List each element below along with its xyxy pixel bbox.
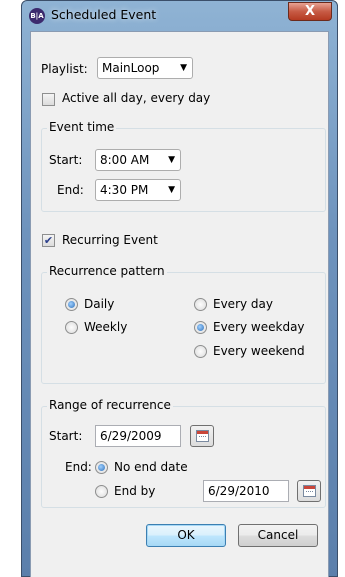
end-by-input[interactable]: 6/29/2010: [203, 480, 289, 502]
recurrence-pattern-title: Recurrence pattern: [47, 264, 167, 278]
title-bar[interactable]: B|A Scheduled Event X: [22, 1, 337, 29]
end-by-label: End by: [114, 484, 156, 498]
end-calendar-button[interactable]: [297, 480, 321, 502]
every-weekend-radio[interactable]: [194, 345, 207, 358]
active-all-day-label: Active all day, every day: [62, 91, 211, 105]
end-by-radio[interactable]: [95, 485, 108, 498]
end-time-dropdown[interactable]: 4:30 PM ▼: [95, 179, 181, 201]
start-calendar-button[interactable]: [190, 425, 214, 447]
recurring-event-checkbox[interactable]: ✔: [42, 234, 55, 247]
chevron-down-icon: ▼: [180, 63, 187, 73]
daily-radio[interactable]: [65, 298, 78, 311]
range-end-label: End:: [65, 460, 92, 474]
window-title: Scheduled Event: [51, 7, 157, 22]
chevron-down-icon: ▼: [168, 185, 175, 195]
start-time-dropdown[interactable]: 8:00 AM ▼: [95, 149, 181, 171]
every-day-label: Every day: [213, 297, 273, 311]
calendar-icon: [303, 485, 316, 497]
playlist-label: Playlist:: [41, 62, 88, 76]
close-button[interactable]: X: [288, 2, 332, 21]
end-time-label: End:: [57, 183, 84, 197]
no-end-date-label: No end date: [114, 460, 188, 474]
ok-button[interactable]: OK: [146, 524, 226, 547]
start-time-label: Start:: [49, 153, 83, 167]
every-weekday-radio[interactable]: [194, 321, 207, 334]
playlist-value: MainLoop: [102, 61, 160, 75]
dialog-body: Playlist: MainLoop ▼ Active all day, eve…: [30, 31, 329, 577]
event-time-title: Event time: [47, 120, 117, 134]
every-day-radio[interactable]: [194, 298, 207, 311]
weekly-radio[interactable]: [65, 321, 78, 334]
every-weekday-label: Every weekday: [213, 320, 305, 334]
start-time-value: 8:00 AM: [100, 153, 150, 167]
dialog-window: B|A Scheduled Event X Playlist: MainLoop…: [21, 0, 338, 577]
active-all-day-checkbox[interactable]: [42, 93, 55, 106]
calendar-icon: [196, 430, 209, 442]
app-icon: B|A: [29, 8, 45, 24]
weekly-label: Weekly: [84, 320, 128, 334]
cancel-button[interactable]: Cancel: [238, 524, 318, 547]
chevron-down-icon: ▼: [168, 155, 175, 165]
daily-label: Daily: [84, 297, 115, 311]
every-weekend-label: Every weekend: [213, 344, 305, 358]
range-start-label: Start:: [49, 429, 83, 443]
range-title: Range of recurrence: [47, 398, 173, 412]
no-end-date-radio[interactable]: [95, 461, 108, 474]
playlist-dropdown[interactable]: MainLoop ▼: [97, 57, 193, 79]
end-time-value: 4:30 PM: [100, 183, 149, 197]
recurring-event-label: Recurring Event: [62, 233, 158, 247]
event-time-group: [41, 128, 326, 212]
range-start-input[interactable]: 6/29/2009: [95, 425, 181, 447]
